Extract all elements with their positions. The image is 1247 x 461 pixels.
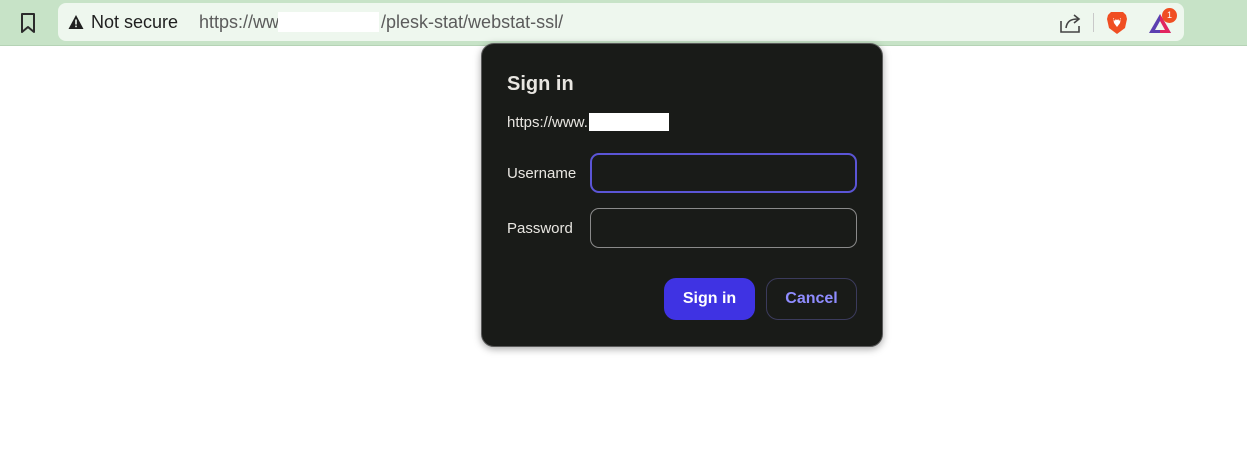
redacted-domain bbox=[278, 12, 380, 32]
toolbar-separator bbox=[1093, 13, 1094, 32]
rewards-badge: 1 bbox=[1162, 8, 1177, 23]
share-button[interactable] bbox=[1058, 11, 1084, 35]
warning-icon bbox=[68, 15, 84, 29]
browser-toolbar: Not secure https://www /plesk-stat/webst… bbox=[0, 0, 1247, 46]
brave-shields-icon bbox=[1107, 12, 1127, 34]
address-bar[interactable]: Not secure https://www /plesk-stat/webst… bbox=[58, 3, 1184, 41]
dialog-origin: https://www. bbox=[507, 113, 669, 131]
share-icon bbox=[1060, 14, 1081, 33]
url-text[interactable]: https://www /plesk-stat/webstat-ssl/ bbox=[199, 10, 563, 34]
dialog-title: Sign in bbox=[507, 73, 574, 95]
bookmark-icon bbox=[21, 13, 35, 33]
sign-in-button[interactable]: Sign in bbox=[664, 278, 755, 320]
security-indicator[interactable]: Not secure bbox=[68, 10, 178, 34]
security-label: Not secure bbox=[91, 11, 179, 32]
url-path: /plesk-stat/webstat-ssl/ bbox=[381, 12, 564, 32]
redacted-origin bbox=[588, 113, 669, 131]
brave-shields-button[interactable] bbox=[1105, 10, 1129, 36]
password-label: Password bbox=[507, 220, 573, 237]
username-input[interactable] bbox=[590, 153, 857, 193]
sign-in-dialog: Sign in https://www. Username Password S… bbox=[481, 43, 883, 347]
username-label: Username bbox=[507, 165, 577, 182]
password-input[interactable] bbox=[590, 208, 857, 248]
bookmark-button[interactable] bbox=[14, 9, 42, 37]
origin-prefix: https://www. bbox=[507, 113, 588, 131]
cancel-button[interactable]: Cancel bbox=[766, 278, 857, 320]
